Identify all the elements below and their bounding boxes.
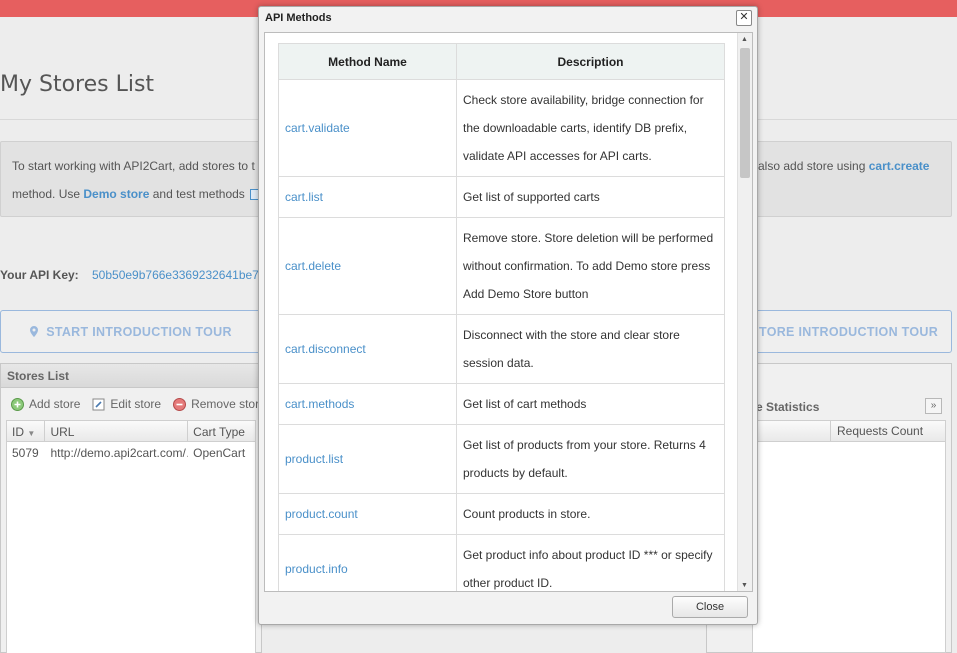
demo-store-link[interactable]: Demo store [83, 187, 149, 201]
methods-table: Method Name Description cart.validate Ch… [278, 43, 725, 592]
method-description: Get list of cart methods [457, 384, 725, 425]
column-method-name: Method Name [279, 44, 457, 80]
info-right-prefix: also add store using [758, 159, 869, 173]
remove-store-button[interactable]: Remove store [173, 397, 266, 411]
add-store-button[interactable]: Add store [11, 397, 80, 411]
cart-create-link[interactable]: cart.create [869, 159, 930, 173]
edit-store-label: Edit store [110, 397, 161, 411]
method-description: Remove store. Store deletion will be per… [457, 218, 725, 315]
table-row: product.list Get list of products from y… [279, 425, 725, 494]
stores-grid-header: ID ▼ URL Cart Type [6, 420, 256, 442]
close-icon[interactable]: ✕ [736, 10, 752, 26]
table-row: cart.disconnect Disconnect with the stor… [279, 315, 725, 384]
start-tour-label: START INTRODUCTION TOUR [46, 325, 232, 339]
statistics-grid-body [752, 442, 946, 653]
column-url[interactable]: URL [45, 421, 188, 441]
table-header-row: Method Name Description [279, 44, 725, 80]
close-button[interactable]: Close [672, 596, 748, 618]
stores-grid-body [6, 464, 256, 653]
info-text-prefix: method. Use [12, 187, 83, 201]
method-link[interactable]: cart.list [279, 177, 457, 218]
method-description: Get product info about product ID *** or… [457, 535, 725, 593]
api-key-value: 50b50e9b766e3369232641be7 [92, 268, 262, 282]
edit-store-button[interactable]: Edit store [92, 397, 161, 411]
method-description: Check store availability, bridge connect… [457, 80, 725, 177]
cell-cart-type: OpenCart [188, 442, 255, 464]
method-description: Disconnect with the store and clear stor… [457, 315, 725, 384]
column-cart-type[interactable]: Cart Type [188, 421, 255, 441]
method-link[interactable]: cart.delete [279, 218, 457, 315]
start-tour-button[interactable]: START INTRODUCTION TOUR [0, 310, 262, 353]
method-link[interactable]: cart.validate [279, 80, 457, 177]
minus-icon [173, 398, 186, 411]
stores-list-panel: Stores List Add store Edit store Remove … [0, 363, 262, 653]
dialog-content: Method Name Description cart.validate Ch… [264, 32, 753, 592]
scroll-thumb[interactable] [740, 48, 750, 178]
table-row: cart.delete Remove store. Store deletion… [279, 218, 725, 315]
plus-icon [11, 398, 24, 411]
dialog-title: API Methods [265, 12, 332, 24]
statistics-title: e Statistics [756, 400, 819, 414]
sort-icon: ▼ [27, 429, 35, 438]
expand-icon[interactable]: » [925, 398, 942, 414]
page-title: My Stores List [0, 72, 154, 97]
add-store-label: Add store [29, 397, 80, 411]
table-row: cart.methods Get list of cart methods [279, 384, 725, 425]
info-text-line2: method. Use Demo store and test methods [12, 187, 260, 201]
dialog-scrollbar[interactable]: ▲ ▼ [737, 33, 752, 591]
restore-tour-button[interactable]: TORE INTRODUCTION TOUR [740, 310, 952, 353]
column-id-label: ID [12, 425, 24, 439]
method-link[interactable]: cart.disconnect [279, 315, 457, 384]
table-row: cart.validate Check store availability, … [279, 80, 725, 177]
method-link[interactable]: cart.methods [279, 384, 457, 425]
method-description: Get list of supported carts [457, 177, 725, 218]
map-pin-icon [30, 326, 38, 337]
table-row: product.count Count products in store. [279, 494, 725, 535]
method-link[interactable]: product.list [279, 425, 457, 494]
remove-store-label: Remove store [191, 397, 266, 411]
stores-toolbar: Add store Edit store Remove store [1, 388, 261, 420]
cell-url: http://demo.api2cart.com/… [45, 442, 188, 464]
restore-tour-label: TORE INTRODUCTION TOUR [759, 325, 938, 339]
column-requests-count[interactable]: Requests Count [830, 420, 929, 442]
info-text-suffix: and test methods [149, 187, 244, 201]
scroll-up-icon[interactable]: ▲ [741, 36, 748, 43]
table-row: product.info Get product info about prod… [279, 535, 725, 593]
method-description: Count products in store. [457, 494, 725, 535]
method-description: Get list of products from your store. Re… [457, 425, 725, 494]
column-id[interactable]: ID ▼ [7, 421, 45, 441]
info-text-right: also add store using cart.create [758, 159, 929, 173]
column-description: Description [457, 44, 725, 80]
method-link[interactable]: product.count [279, 494, 457, 535]
api-methods-dialog: API Methods ✕ Method Name Description ca… [258, 6, 758, 625]
edit-icon [92, 398, 105, 411]
info-text-line1: To start working with API2Cart, add stor… [12, 159, 255, 173]
table-row: cart.list Get list of supported carts [279, 177, 725, 218]
table-row[interactable]: 5079 http://demo.api2cart.com/… OpenCart [6, 442, 256, 464]
scroll-down-icon[interactable]: ▼ [741, 582, 748, 589]
api-key-label: Your API Key: [0, 268, 79, 282]
stores-panel-title: Stores List [1, 364, 261, 388]
cell-id: 5079 [7, 442, 45, 464]
method-link[interactable]: product.info [279, 535, 457, 593]
